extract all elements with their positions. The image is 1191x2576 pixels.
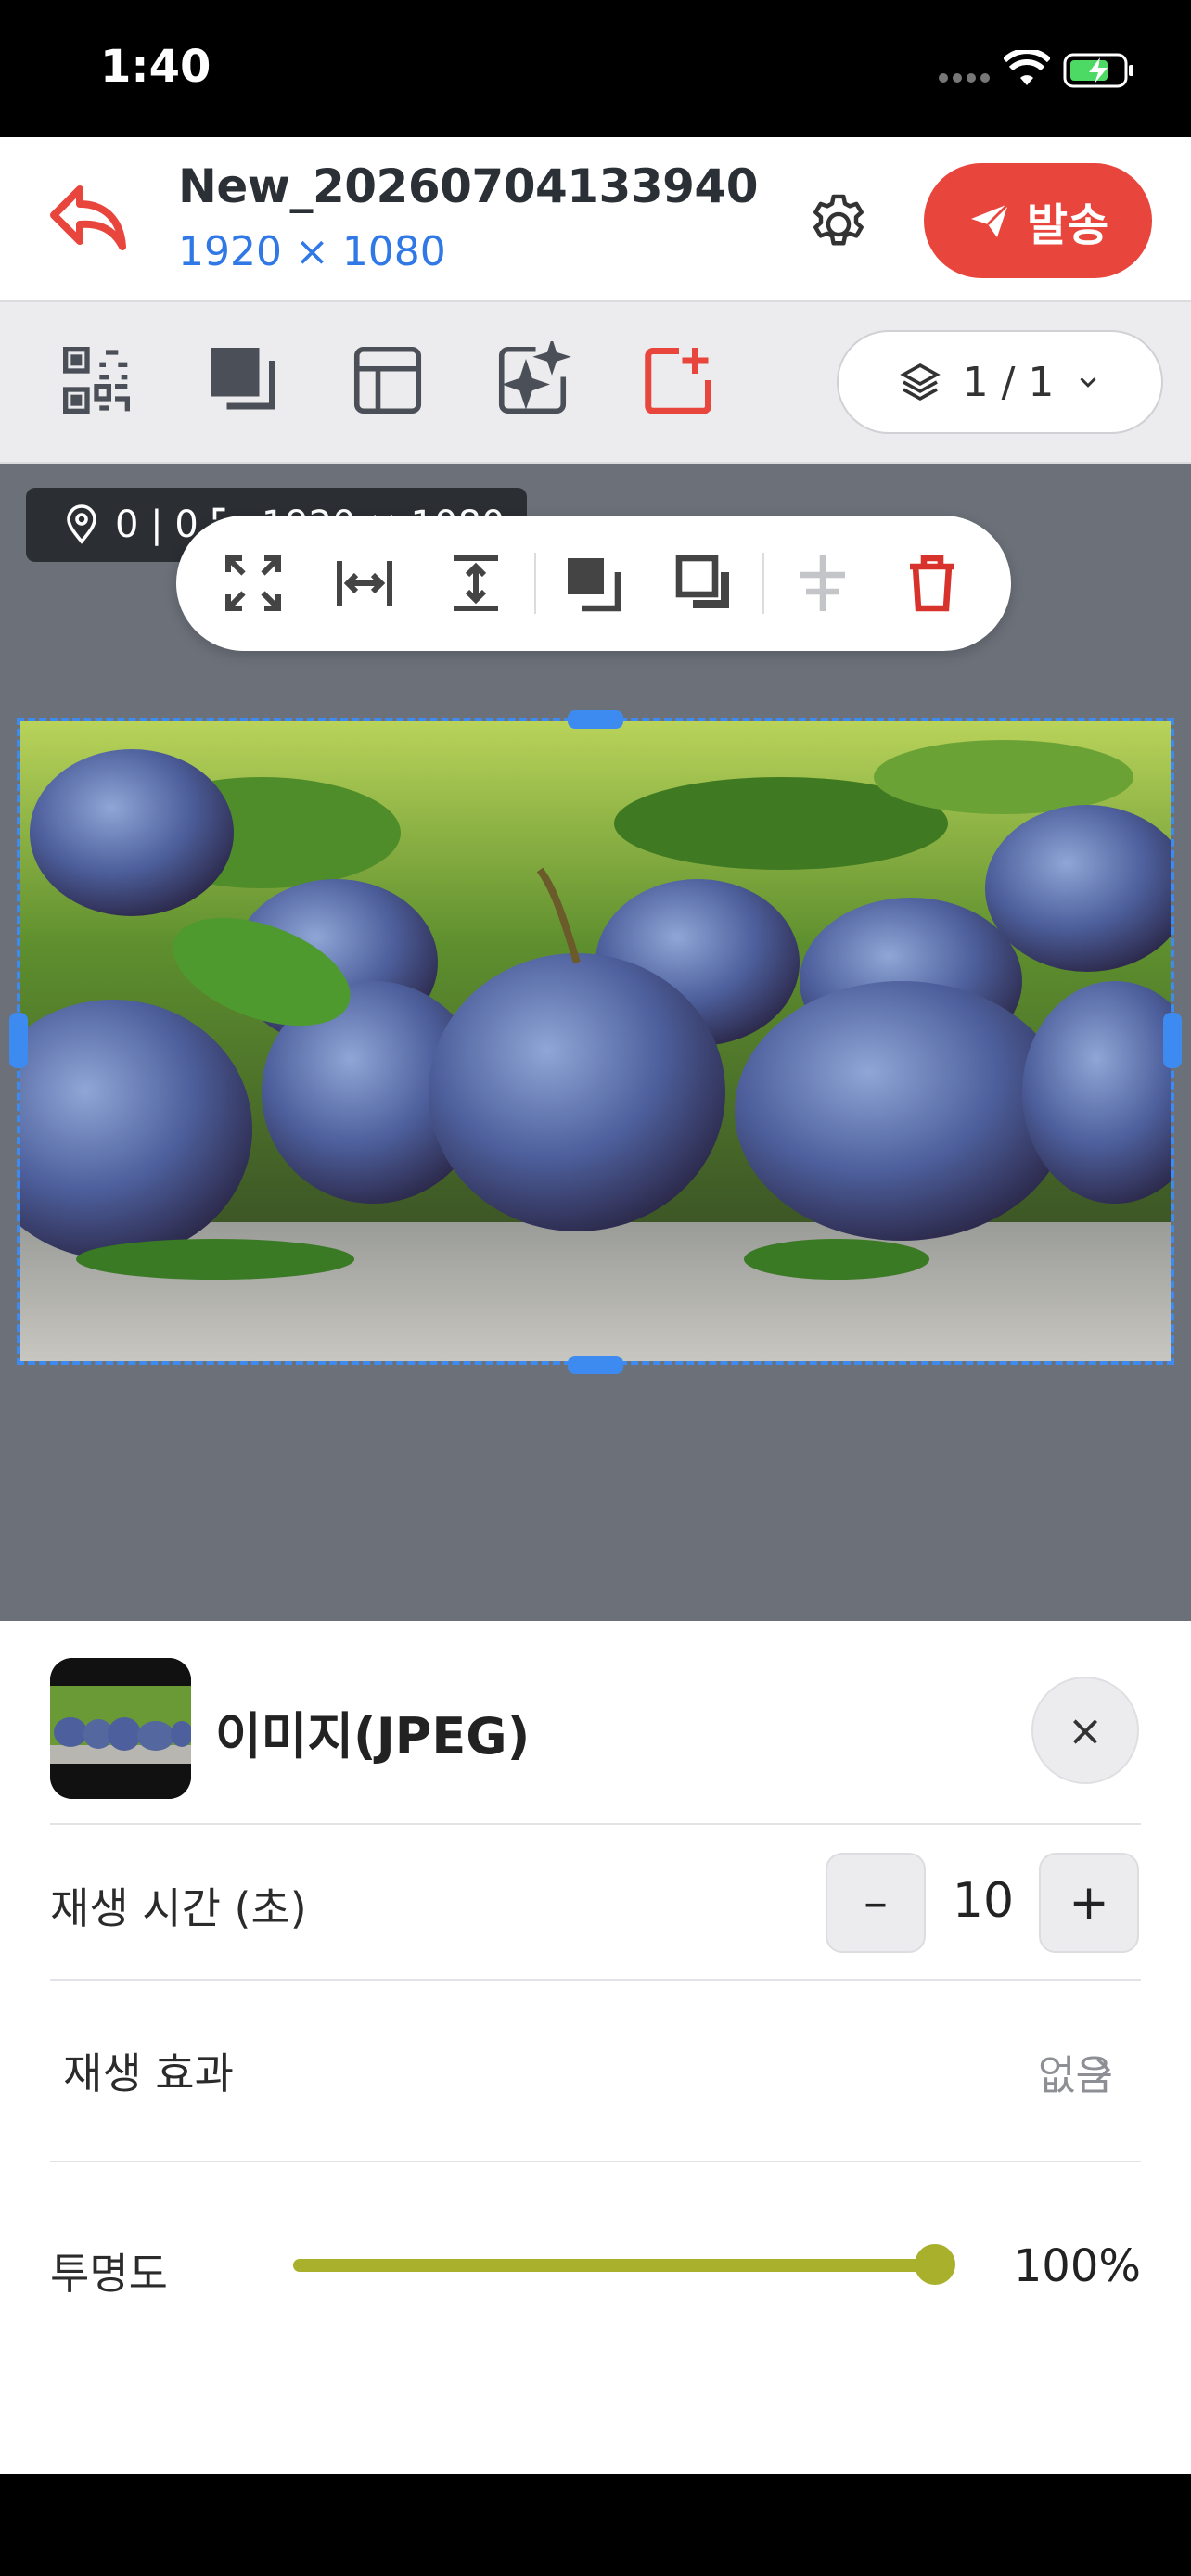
opacity-slider-track[interactable] (293, 2259, 935, 2272)
qr-code-icon[interactable] (52, 336, 141, 425)
duration-label: 재생 시간 (초) (50, 1883, 307, 1933)
bring-forward-icon[interactable] (551, 542, 634, 625)
fit-fullscreen-icon[interactable] (211, 542, 295, 625)
divider (50, 1979, 1141, 1981)
bottom-safe-area (0, 2474, 1191, 2576)
layer-selector[interactable]: 1 / 1 (837, 330, 1163, 434)
resize-handle-right[interactable] (1163, 1013, 1182, 1068)
position-coords: 0 | 0 (115, 504, 198, 546)
send-backward-icon[interactable] (662, 542, 746, 625)
document-title: New_20260704133940 (178, 159, 759, 213)
selected-image[interactable] (17, 718, 1174, 1365)
ai-sparkle-icon[interactable] (488, 336, 577, 425)
paper-plane-icon (970, 203, 1009, 237)
plus-icon: + (1069, 1875, 1109, 1931)
add-page-icon[interactable] (634, 336, 724, 425)
shape-icon[interactable] (198, 336, 288, 425)
separator (762, 553, 764, 614)
wifi-icon (1002, 48, 1052, 91)
image-thumbnail (50, 1658, 191, 1799)
duration-decrease-button[interactable]: – (826, 1853, 926, 1953)
opacity-value: 100% (1013, 2240, 1141, 2292)
element-type-title: 이미지(JPEG) (215, 1707, 531, 1766)
resize-handle-bottom[interactable] (568, 1356, 623, 1374)
duration-value: 10 (952, 1873, 1015, 1929)
opacity-label: 투명도 (50, 2249, 168, 2299)
minus-icon: – (864, 1875, 888, 1931)
chevron-down-icon (1080, 377, 1096, 388)
separator (534, 553, 536, 614)
divider (50, 1823, 1141, 1825)
signal-icon (937, 70, 992, 88)
divider (50, 2161, 1141, 2162)
layer-indicator: 1 / 1 (962, 358, 1055, 406)
settings-gear-icon[interactable] (803, 189, 874, 260)
fit-height-icon[interactable] (434, 542, 518, 625)
battery-icon (1063, 52, 1137, 93)
status-time: 1:40 (100, 41, 211, 93)
plums-photo (20, 721, 1171, 1361)
document-resolution: 1920 × 1080 (178, 228, 446, 275)
location-pin-icon (67, 504, 96, 544)
resize-handle-top[interactable] (568, 710, 623, 729)
resize-handle-left[interactable] (9, 1013, 28, 1068)
close-icon: × (1067, 1705, 1104, 1755)
chevron-right-icon[interactable] (1083, 2051, 1121, 2092)
fit-width-icon[interactable] (323, 542, 406, 625)
layers-icon (899, 363, 941, 402)
delete-trash-icon[interactable] (890, 542, 974, 625)
align-center-icon[interactable] (781, 542, 864, 625)
effect-label: 재생 효과 (63, 2048, 234, 2098)
close-panel-button[interactable]: × (1031, 1677, 1139, 1784)
opacity-slider-handle[interactable] (915, 2244, 955, 2285)
duration-increase-button[interactable]: + (1039, 1853, 1139, 1953)
layout-template-icon[interactable] (343, 336, 432, 425)
send-label: 발송 (1026, 199, 1109, 251)
send-button[interactable]: 발송 (924, 163, 1152, 278)
back-icon[interactable] (46, 182, 130, 256)
